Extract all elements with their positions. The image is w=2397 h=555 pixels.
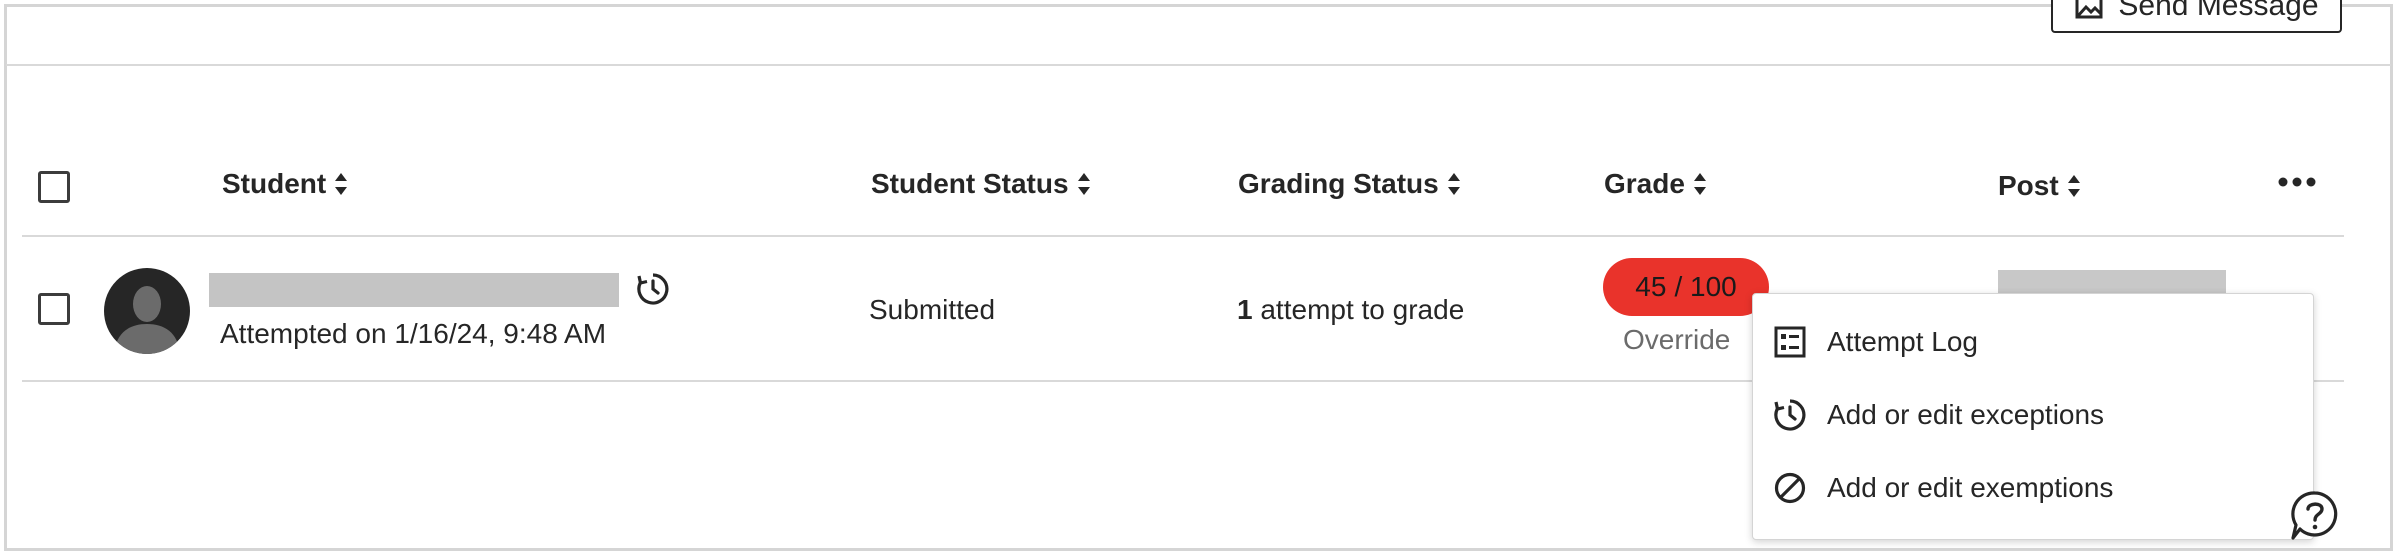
- menu-item-add-exemptions[interactable]: Add or edit exemptions: [1753, 457, 2313, 519]
- grade-pill[interactable]: 45 / 100: [1603, 258, 1769, 316]
- student-status-value: Submitted: [869, 294, 996, 325]
- more-options-icon[interactable]: [2278, 172, 2316, 192]
- grade-total: / 100: [1674, 271, 1737, 302]
- user-silhouette-icon: [114, 286, 180, 354]
- column-header-student-status[interactable]: Student Status: [871, 168, 1091, 200]
- toolbar-divider: [6, 64, 2391, 66]
- sort-icon: [1077, 173, 1090, 195]
- send-message-label: Send Message: [2118, 0, 2319, 22]
- student-name-redacted[interactable]: [209, 273, 619, 307]
- sort-icon: [335, 173, 348, 195]
- select-all-checkbox[interactable]: [38, 171, 70, 203]
- column-header-student[interactable]: Student: [222, 168, 348, 200]
- column-header-post[interactable]: Post: [1998, 170, 2081, 202]
- grade-override-label: Override: [1623, 324, 1731, 355]
- message-icon: [2075, 0, 2103, 18]
- avatar: [104, 268, 190, 354]
- attempt-date: Attempted on 1/16/24, 9:48 AM: [220, 318, 607, 349]
- header-divider: [22, 235, 2344, 237]
- grading-status-link[interactable]: 1 attempt to grade: [1237, 294, 1464, 326]
- menu-item-add-exceptions[interactable]: Add or edit exceptions: [1753, 384, 2313, 446]
- attempt-suffix: attempt to grade: [1260, 294, 1465, 325]
- prohibited-icon: [1774, 472, 1806, 504]
- clock-icon: [1774, 399, 1806, 431]
- attempt-count: 1: [1237, 294, 1253, 325]
- checklist-icon: [1774, 326, 1806, 358]
- row-checkbox[interactable]: [38, 293, 70, 325]
- menu-item-attempt-log[interactable]: Attempt Log: [1753, 311, 2313, 373]
- grade-score: 45: [1635, 271, 1667, 302]
- exception-clock-icon: [637, 273, 669, 305]
- column-header-grade[interactable]: Grade: [1604, 168, 1707, 200]
- row-context-menu: Attempt Log Add or edit exceptions Add o…: [1752, 293, 2314, 540]
- sort-icon: [2067, 175, 2080, 197]
- sort-icon: [1693, 173, 1706, 195]
- column-header-grading-status[interactable]: Grading Status: [1238, 168, 1461, 200]
- send-message-button[interactable]: Send Message: [2051, 0, 2342, 33]
- sort-icon: [1447, 173, 1460, 195]
- help-icon[interactable]: [2290, 490, 2340, 542]
